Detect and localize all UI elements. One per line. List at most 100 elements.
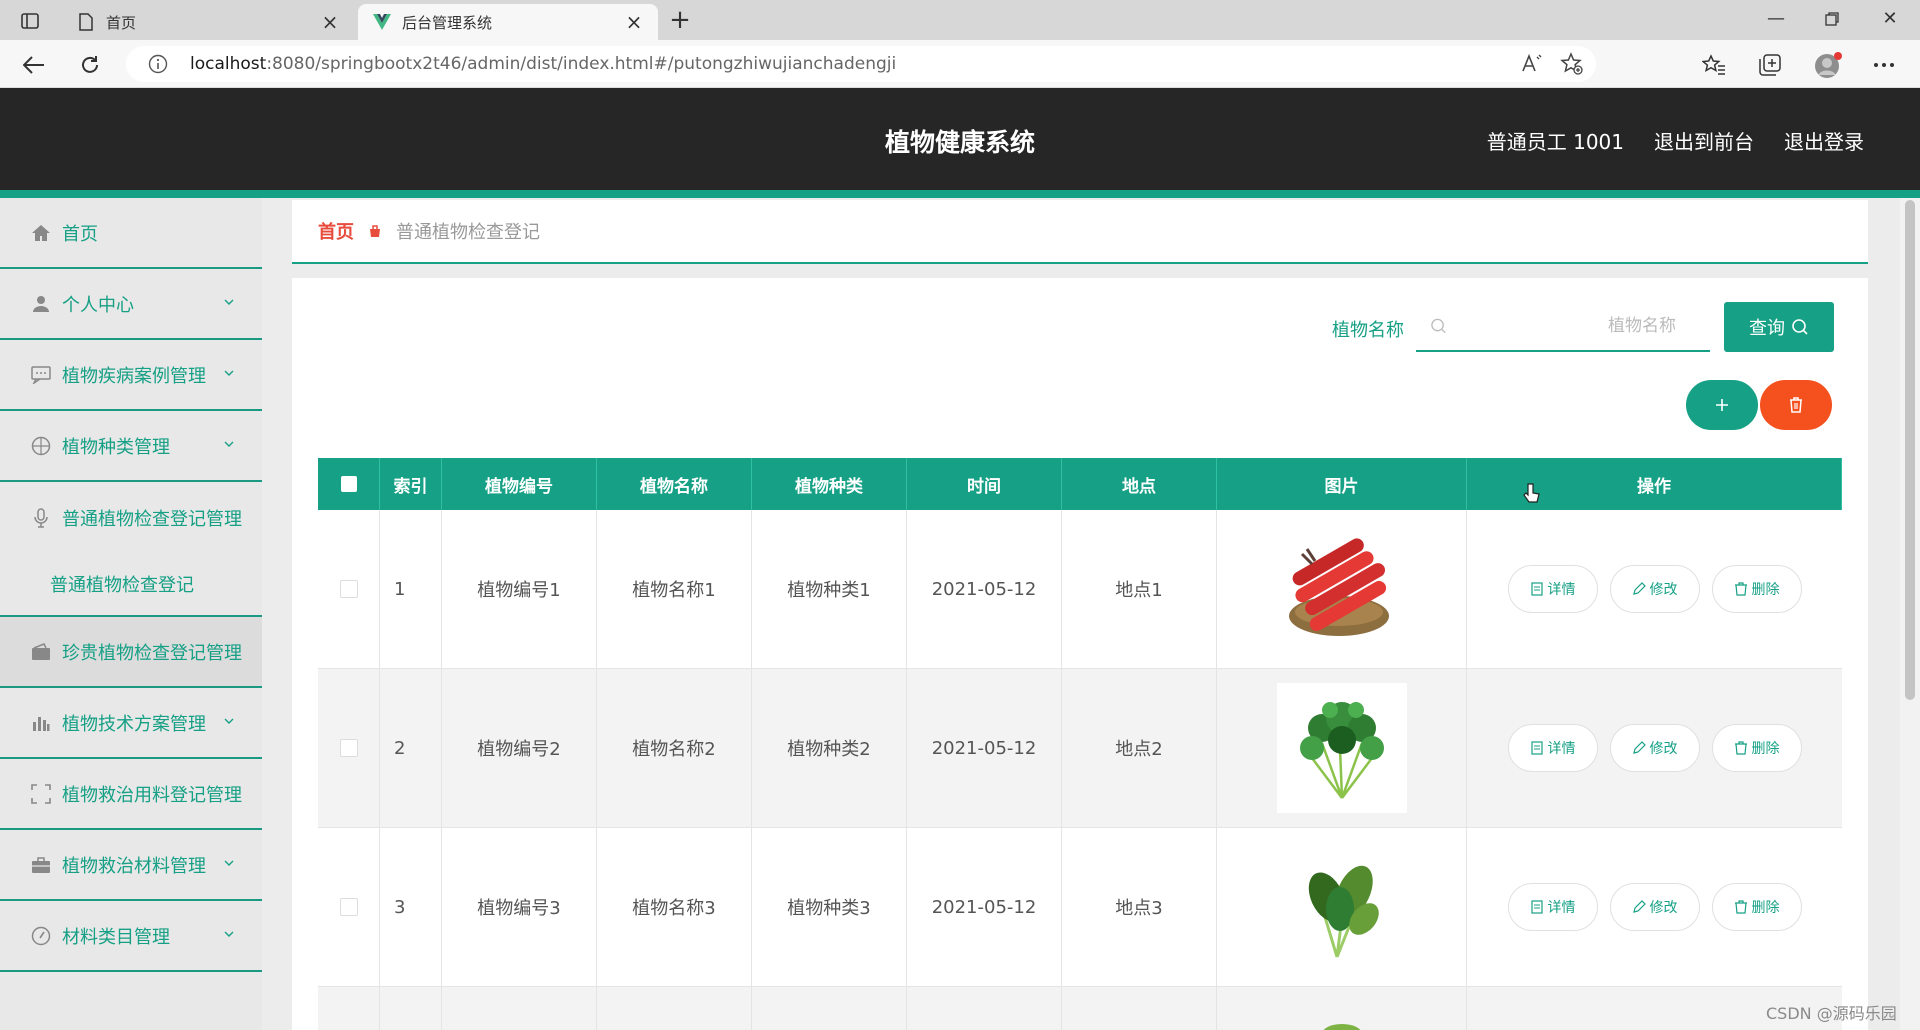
code-cell: 植物编号2 bbox=[442, 669, 597, 827]
info-icon[interactable] bbox=[148, 54, 168, 74]
sidebar-item-plant-types[interactable]: 植物种类管理 bbox=[0, 411, 262, 482]
delete-button[interactable]: 删除 bbox=[1711, 883, 1802, 931]
sidebar-item-normal-inspection[interactable]: 普通植物检查登记管理 bbox=[0, 482, 262, 553]
sidebar-item-treatment-usage[interactable]: 植物救治用料登记管理 bbox=[0, 759, 262, 830]
row-checkbox[interactable] bbox=[339, 739, 358, 757]
reload-icon[interactable] bbox=[74, 50, 106, 80]
logout-link[interactable]: 退出登录 bbox=[1784, 126, 1864, 155]
vue-logo-icon bbox=[372, 12, 392, 32]
detail-label: 详情 bbox=[1547, 582, 1576, 598]
close-icon[interactable]: × bbox=[320, 10, 340, 34]
sidebar-item-personal-center[interactable]: 个人中心 bbox=[0, 269, 262, 340]
sidebar-item-material-categories[interactable]: 材料类目管理 bbox=[0, 901, 262, 972]
delete-button[interactable]: 删除 bbox=[1711, 724, 1802, 772]
actions-cell: 详情 修改 删除 bbox=[1467, 828, 1842, 986]
chevron-down-icon bbox=[224, 299, 234, 305]
sidebar-item-disease-cases[interactable]: 植物疾病案例管理 bbox=[0, 340, 262, 411]
search-field[interactable] bbox=[1416, 302, 1710, 352]
row-checkbox[interactable] bbox=[339, 580, 358, 598]
spinach-image bbox=[1277, 842, 1407, 972]
read-aloud-icon[interactable] bbox=[1520, 52, 1544, 80]
row-select-cell bbox=[318, 669, 380, 827]
current-user: 普通员工 1001 bbox=[1486, 130, 1624, 154]
kind-cell bbox=[752, 987, 907, 1030]
scrollbar-thumb[interactable] bbox=[1905, 200, 1915, 700]
message-icon bbox=[30, 364, 52, 386]
sidebar-item-treatment-materials[interactable]: 植物救治材料管理 bbox=[0, 830, 262, 901]
restore-icon[interactable] bbox=[1812, 8, 1852, 32]
delete-button[interactable]: 删除 bbox=[1711, 565, 1802, 613]
add-button[interactable] bbox=[1686, 380, 1758, 430]
kind-cell: 植物种类3 bbox=[752, 828, 907, 986]
edit-button[interactable]: 修改 bbox=[1609, 883, 1700, 931]
table-row: 1 植物编号1 植物名称1 植物种类1 2021-05-12 地点1 详情 修改… bbox=[318, 510, 1842, 669]
more-icon[interactable] bbox=[1868, 50, 1900, 80]
profile-avatar[interactable] bbox=[1812, 50, 1844, 80]
column-header: 植物种类 bbox=[752, 458, 907, 510]
query-button-label: 查询 bbox=[1749, 318, 1785, 339]
search-input[interactable] bbox=[1457, 316, 1710, 336]
select-all-checkbox[interactable] bbox=[340, 476, 357, 492]
sidebar-item-label: 植物种类管理 bbox=[62, 436, 170, 458]
select-all-cell bbox=[318, 458, 380, 510]
browser-tab-home[interactable]: 首页 × bbox=[62, 4, 354, 40]
chart-icon bbox=[30, 712, 52, 734]
sidebar-item-label: 首页 bbox=[62, 223, 98, 245]
image-cell bbox=[1217, 828, 1467, 986]
image-cell bbox=[1217, 669, 1467, 827]
minimize-icon[interactable]: — bbox=[1756, 8, 1796, 32]
code-cell bbox=[442, 987, 597, 1030]
user-icon bbox=[30, 293, 52, 315]
detail-label: 详情 bbox=[1547, 900, 1576, 916]
batch-delete-button[interactable] bbox=[1760, 380, 1832, 430]
breadcrumb-separator-icon bbox=[370, 225, 380, 237]
index-cell: 1 bbox=[380, 510, 442, 668]
place-cell bbox=[1062, 987, 1217, 1030]
close-icon[interactable]: × bbox=[624, 10, 644, 34]
exit-to-front-link[interactable]: 退出到前台 bbox=[1654, 126, 1754, 155]
back-icon[interactable] bbox=[18, 50, 50, 80]
kind-cell: 植物种类2 bbox=[752, 669, 907, 827]
sidebar-item-rare-inspection[interactable]: 珍贵植物检查登记管理 bbox=[0, 617, 262, 688]
browser-tab-admin[interactable]: 后台管理系统 × bbox=[358, 4, 658, 40]
edit-button[interactable]: 修改 bbox=[1609, 724, 1700, 772]
favorites-icon[interactable] bbox=[1698, 50, 1730, 80]
detail-button[interactable]: 详情 bbox=[1507, 565, 1598, 613]
detail-button[interactable]: 详情 bbox=[1507, 724, 1598, 772]
new-tab-button[interactable]: + bbox=[664, 6, 696, 36]
chevron-down-icon bbox=[224, 370, 234, 376]
document-icon bbox=[1530, 741, 1543, 755]
page-scrollbar[interactable] bbox=[1900, 198, 1920, 1030]
home-icon bbox=[30, 222, 52, 244]
index-cell: 2 bbox=[380, 669, 442, 827]
sidebar-item-label: 普通植物检查登记管理 bbox=[62, 508, 242, 530]
breadcrumb-current: 普通植物检查登记 bbox=[396, 222, 540, 243]
coriander-image bbox=[1276, 683, 1407, 813]
edit-button[interactable]: 修改 bbox=[1609, 565, 1700, 613]
sidebar-item-label: 植物救治材料管理 bbox=[62, 855, 206, 877]
row-select-cell bbox=[318, 510, 380, 668]
window-close-icon[interactable]: ✕ bbox=[1870, 8, 1910, 32]
sidebar-item-home[interactable]: 首页 bbox=[0, 198, 262, 269]
sidebar-item-tech-plans[interactable]: 植物技术方案管理 bbox=[0, 688, 262, 759]
code-cell: 植物编号3 bbox=[442, 828, 597, 986]
search-label: 植物名称 bbox=[1332, 320, 1404, 341]
name-cell bbox=[597, 987, 752, 1030]
tab-actions-icon[interactable] bbox=[14, 8, 46, 34]
compass-icon bbox=[30, 435, 52, 457]
breadcrumb-home[interactable]: 首页 bbox=[318, 218, 354, 244]
sidebar-group-normal-inspection: 普通植物检查登记管理 普通植物检查登记 bbox=[0, 482, 262, 617]
row-checkbox[interactable] bbox=[339, 898, 358, 916]
add-favorite-icon[interactable] bbox=[1560, 52, 1584, 80]
edit-icon bbox=[1632, 582, 1646, 595]
sidebar-item-label: 材料类目管理 bbox=[62, 926, 170, 948]
url-field[interactable]: localhost:8080/springbootx2t46/admin/dis… bbox=[126, 46, 1596, 82]
sidebar-subitem-normal-inspection-register[interactable]: 普通植物检查登记 bbox=[0, 553, 262, 615]
actions-cell: 详情 修改 删除 bbox=[1467, 510, 1842, 668]
edit-label: 修改 bbox=[1649, 900, 1678, 916]
collections-icon[interactable] bbox=[1754, 50, 1786, 80]
chevron-down-icon bbox=[224, 860, 234, 866]
detail-button[interactable]: 详情 bbox=[1507, 883, 1598, 931]
query-button[interactable]: 查询 bbox=[1724, 302, 1834, 352]
place-cell: 地点3 bbox=[1062, 828, 1217, 986]
